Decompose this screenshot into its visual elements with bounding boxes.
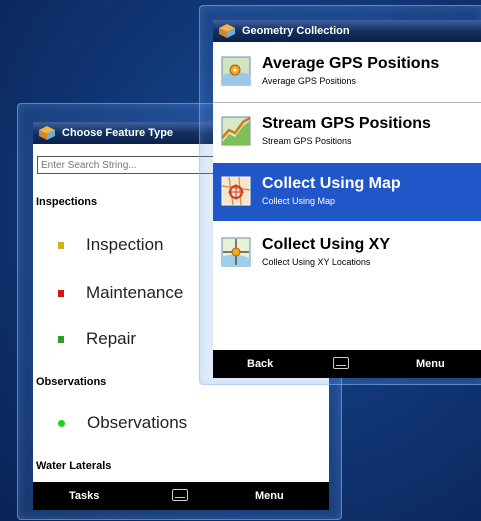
option-subtitle: Stream GPS Positions bbox=[262, 136, 352, 146]
repair-symbol-icon bbox=[58, 335, 64, 343]
gps-average-icon bbox=[221, 56, 251, 86]
option-collect-using-map[interactable]: Collect Using Map Collect Using Map bbox=[213, 163, 481, 221]
section-header-inspections: Inspections bbox=[36, 196, 98, 208]
list-item-label: Inspection bbox=[86, 235, 164, 254]
list-item-maintenance[interactable]: Maintenance bbox=[58, 283, 183, 303]
section-header-water-laterals: Water Laterals bbox=[36, 460, 112, 472]
option-collect-using-xy[interactable]: Collect Using XY Collect Using XY Locati… bbox=[213, 224, 481, 282]
list-item-repair[interactable]: Repair bbox=[58, 329, 136, 349]
geometry-collection-window: Geometry Collection Average GPS Position… bbox=[213, 20, 481, 378]
gps-stream-icon bbox=[221, 116, 251, 146]
option-subtitle: Collect Using XY Locations bbox=[262, 257, 371, 267]
feature-window-title: Choose Feature Type bbox=[62, 127, 174, 139]
app-logo-icon bbox=[219, 24, 235, 38]
xy-collect-icon bbox=[221, 237, 251, 267]
list-item-observations[interactable]: Observations bbox=[58, 413, 187, 433]
geometry-window-softkey-bar: Back Menu bbox=[213, 350, 481, 378]
option-title: Collect Using Map bbox=[262, 175, 401, 192]
app-logo-icon bbox=[39, 126, 55, 140]
tasks-softkey[interactable]: Tasks bbox=[69, 490, 99, 502]
back-softkey[interactable]: Back bbox=[247, 358, 273, 370]
feature-window-softkey-bar: Tasks Menu bbox=[33, 482, 329, 510]
list-item-inspection[interactable]: Inspection bbox=[58, 235, 164, 255]
menu-softkey[interactable]: Menu bbox=[255, 490, 284, 502]
geometry-window-titlebar: Geometry Collection bbox=[213, 20, 481, 42]
option-average-gps-positions[interactable]: Average GPS Positions Average GPS Positi… bbox=[213, 43, 481, 101]
list-item-label: Observations bbox=[87, 413, 188, 432]
keyboard-icon[interactable] bbox=[172, 489, 188, 501]
menu-softkey[interactable]: Menu bbox=[416, 358, 445, 370]
option-title: Average GPS Positions bbox=[262, 55, 440, 72]
option-subtitle: Average GPS Positions bbox=[262, 76, 356, 86]
section-header-observations: Observations bbox=[36, 376, 107, 388]
keyboard-icon[interactable] bbox=[333, 357, 349, 369]
option-stream-gps-positions[interactable]: Stream GPS Positions Stream GPS Position… bbox=[213, 103, 481, 161]
inspection-symbol-icon bbox=[58, 241, 64, 249]
option-title: Collect Using XY bbox=[262, 236, 391, 253]
list-item-label: Maintenance bbox=[86, 283, 184, 302]
list-item-label: Repair bbox=[86, 329, 137, 348]
option-subtitle: Collect Using Map bbox=[262, 196, 336, 206]
option-title: Stream GPS Positions bbox=[262, 115, 431, 132]
geometry-window-title: Geometry Collection bbox=[242, 25, 350, 37]
maintenance-symbol-icon bbox=[58, 289, 64, 297]
map-collect-icon bbox=[221, 176, 251, 206]
observation-symbol-icon bbox=[58, 419, 65, 427]
